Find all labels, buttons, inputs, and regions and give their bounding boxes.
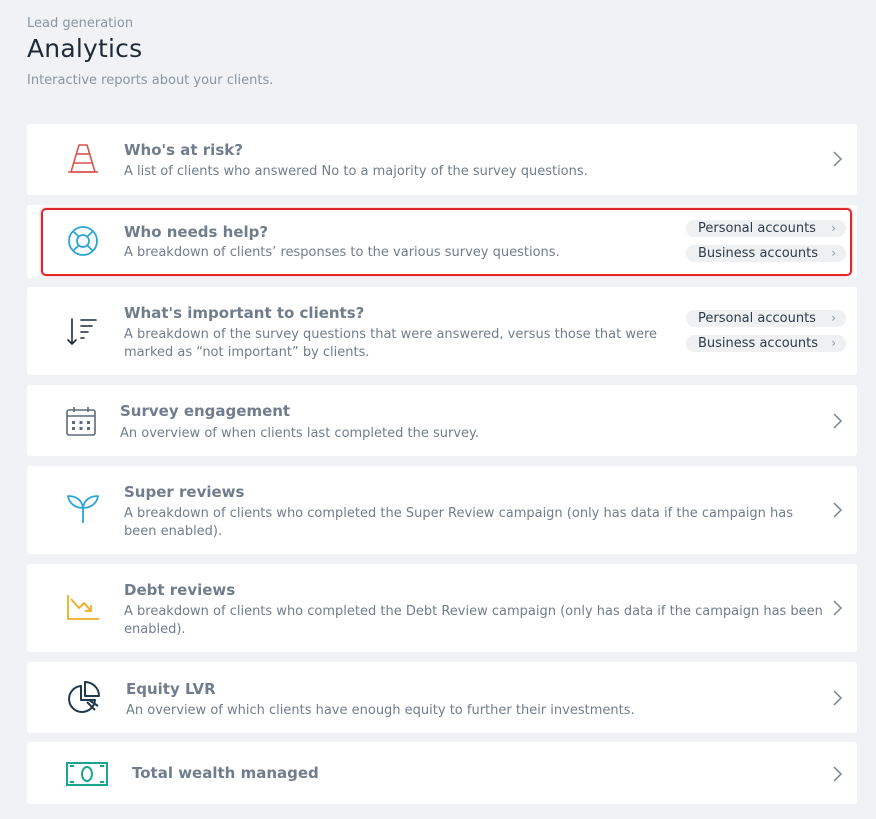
report-title: What's important to clients? [124,304,365,322]
report-title: Equity LVR [126,680,216,698]
report-title: Super reviews [124,483,245,501]
report-title: Survey engagement [120,402,291,420]
report-card-equity-lvr[interactable]: Equity LVR An overview of which clients … [27,662,857,733]
breadcrumb: Lead generation [27,16,134,31]
chevron-right-icon [831,689,843,707]
report-card-whats-important[interactable]: What's important to clients? A breakdown… [27,287,857,375]
pill-label: Business accounts [698,336,819,351]
report-description: A list of clients who answered No to a m… [124,164,588,179]
report-description: An overview of which clients have enough… [126,703,635,718]
personal-accounts-link[interactable]: Personal accounts › [686,310,846,327]
chevron-right-icon: › [831,246,836,260]
lifebuoy-icon [65,223,101,259]
chevron-right-icon [831,150,843,168]
page-title: Analytics [27,34,143,63]
report-description: An overview of when clients last complet… [120,426,480,441]
banknote-icon [65,756,109,792]
sprout-icon [65,490,101,526]
analytics-page: Lead generation Analytics Interactive re… [0,0,876,819]
report-card-super-reviews[interactable]: Super reviews A breakdown of clients who… [27,466,857,554]
personal-accounts-link[interactable]: Personal accounts › [686,220,846,237]
chevron-right-icon [831,765,843,783]
business-accounts-link[interactable]: Business accounts › [686,335,846,352]
report-card-total-wealth-managed[interactable]: Total wealth managed [27,742,857,804]
chevron-right-icon: › [831,336,836,350]
pill-label: Personal accounts [698,311,816,326]
report-title: Who needs help? [124,223,269,241]
report-description: A breakdown of clients who completed the… [124,604,823,637]
calendar-icon [63,403,99,439]
sort-descending-icon [65,313,101,349]
page-subtitle: Interactive reports about your clients. [27,73,274,88]
business-accounts-link[interactable]: Business accounts › [686,245,846,262]
pill-label: Business accounts [698,246,819,261]
report-title: Debt reviews [124,581,236,599]
chevron-right-icon: › [831,221,836,235]
chevron-right-icon [831,599,843,617]
trending-down-chart-icon [65,589,101,625]
report-card-survey-engagement[interactable]: Survey engagement An overview of when cl… [27,385,857,456]
report-card-debt-reviews[interactable]: Debt reviews A breakdown of clients who … [27,564,857,652]
chevron-right-icon: › [831,311,836,325]
report-card-who-needs-help[interactable]: Who needs help? A breakdown of clients’ … [27,205,857,278]
chevron-right-icon [831,412,843,430]
pie-chart-icon [65,680,101,716]
chevron-right-icon [831,501,843,519]
report-description: A breakdown of clients’ responses to the… [124,245,560,260]
report-title: Total wealth managed [132,764,319,782]
report-description: A breakdown of clients who completed the… [124,506,794,539]
report-description: A breakdown of the survey questions that… [124,327,658,360]
traffic-cone-icon [65,141,101,177]
report-title: Who's at risk? [124,141,243,159]
report-card-whos-at-risk[interactable]: Who's at risk? A list of clients who ans… [27,124,857,195]
pill-label: Personal accounts [698,221,816,236]
